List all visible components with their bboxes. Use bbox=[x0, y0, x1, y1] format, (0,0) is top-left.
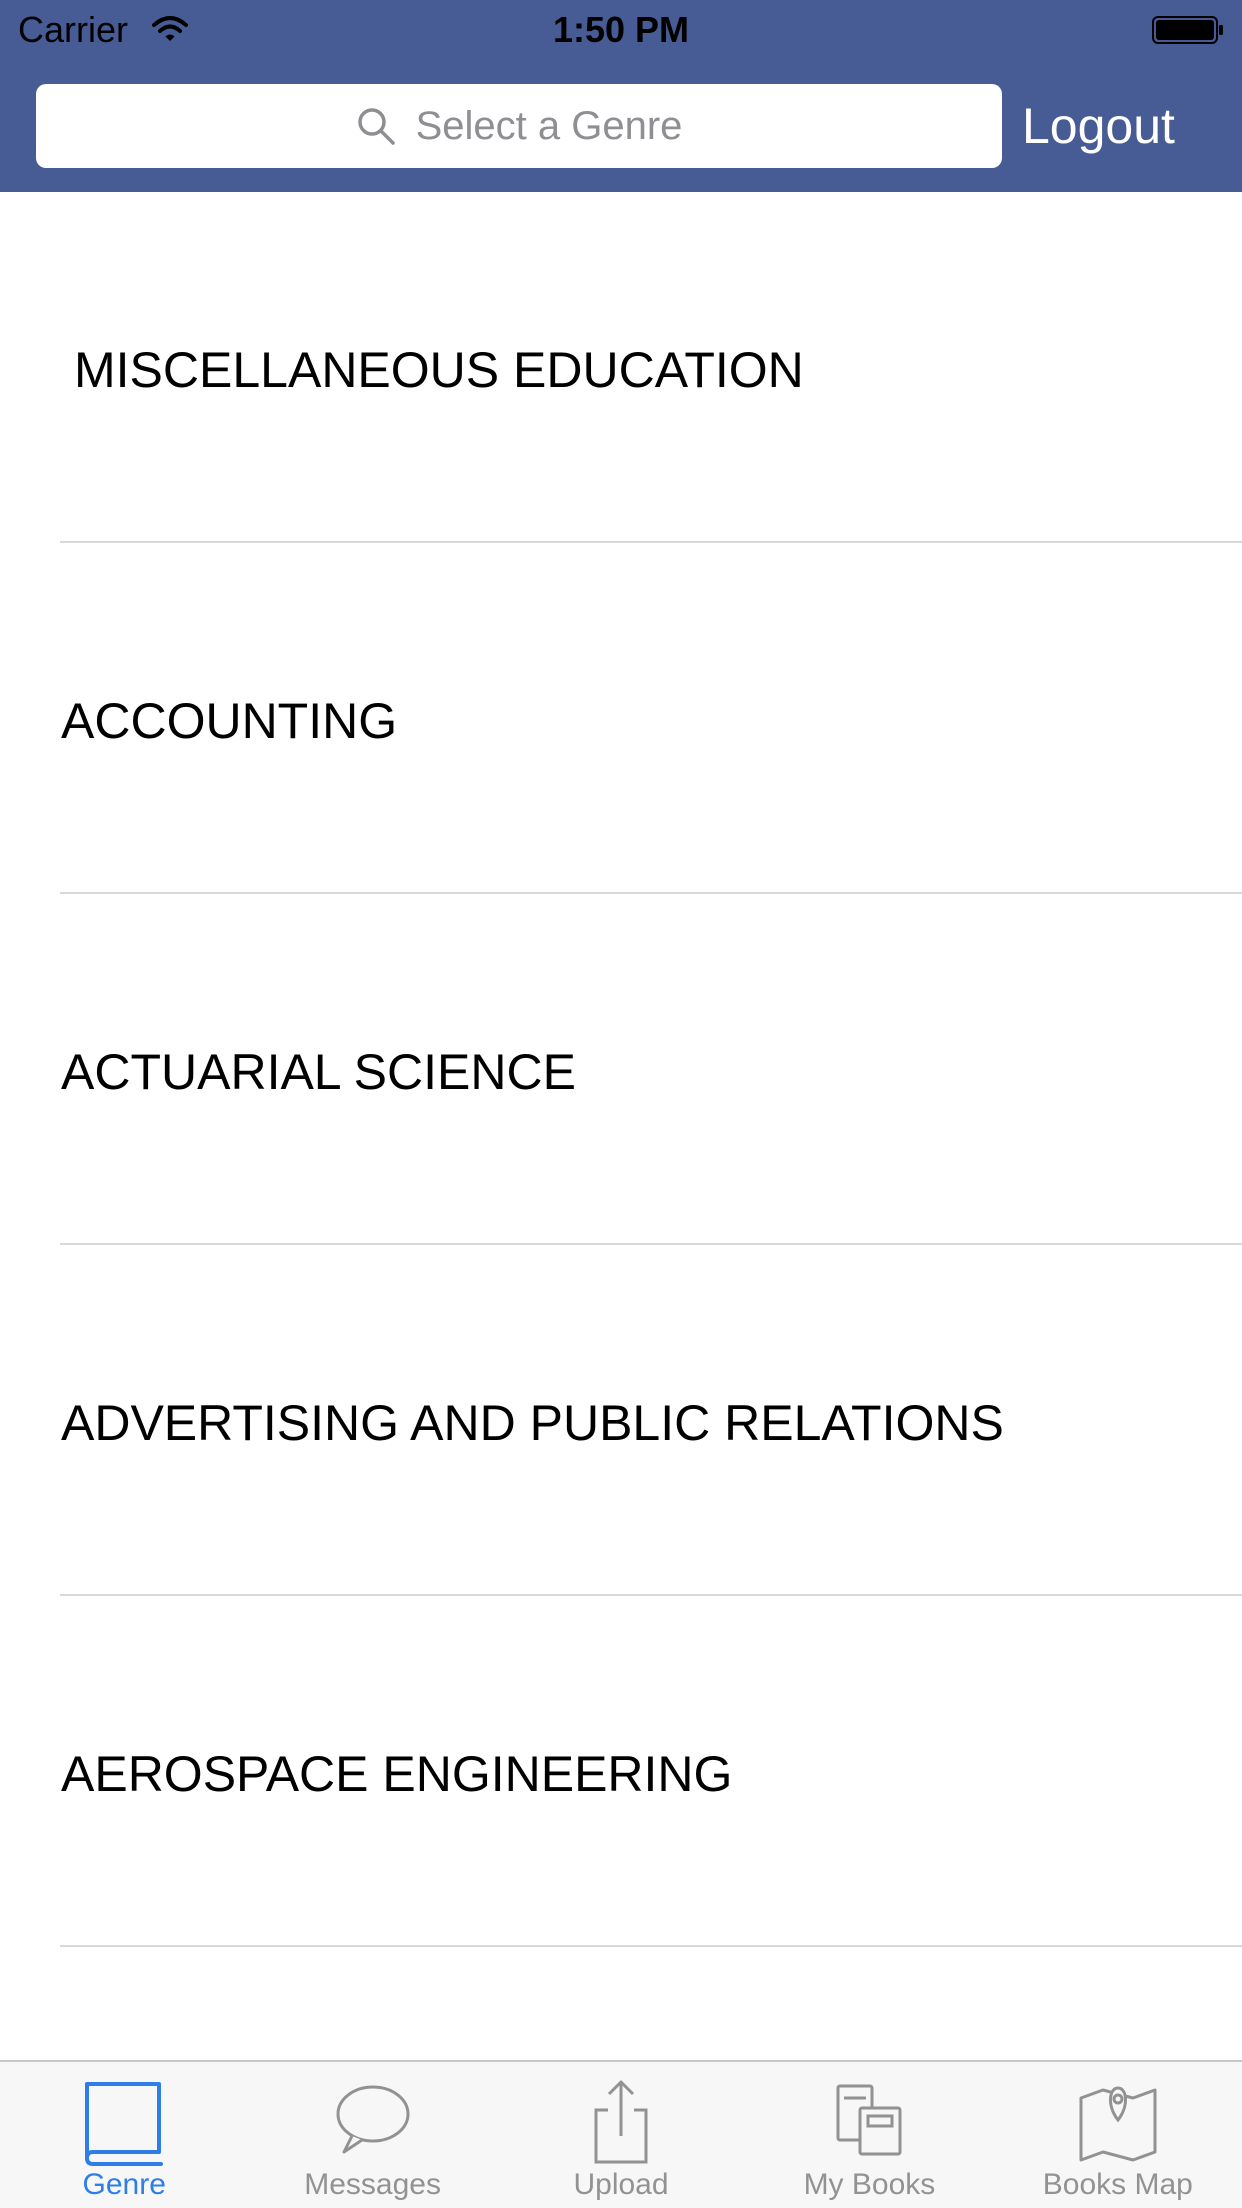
tab-genre[interactable]: Genre bbox=[0, 2062, 248, 2208]
tab-books-map[interactable]: Books Map bbox=[994, 2062, 1242, 2208]
genre-label: AEROSPACE ENGINEERING bbox=[61, 1746, 733, 1802]
search-placeholder: Select a Genre bbox=[415, 104, 683, 148]
tab-label: Messages bbox=[304, 2168, 441, 2201]
battery-icon bbox=[1152, 16, 1223, 44]
genre-label: ADVERTISING AND PUBLIC RELATIONS bbox=[61, 1395, 1004, 1451]
list-item[interactable]: ACCOUNTING bbox=[0, 543, 1242, 894]
book-icon bbox=[85, 2082, 164, 2166]
tab-label: Upload bbox=[573, 2168, 669, 2201]
map-pin-icon bbox=[1079, 2086, 1157, 2162]
share-upload-icon bbox=[594, 2080, 648, 2164]
tab-label: My Books bbox=[803, 2168, 936, 2201]
header-bar: Carrier 1:50 PM Select a Genre Logout bbox=[0, 0, 1242, 192]
app-screen: Carrier 1:50 PM Select a Genre Logout MI… bbox=[0, 0, 1242, 2208]
genre-label: ACCOUNTING bbox=[61, 693, 398, 749]
list-item[interactable]: AEROSPACE ENGINEERING bbox=[0, 1596, 1242, 1947]
list-item[interactable]: ACTUARIAL SCIENCE bbox=[0, 894, 1242, 1245]
search-icon bbox=[357, 108, 395, 145]
list-item[interactable]: MISCELLANEOUS EDUCATION bbox=[0, 192, 1242, 543]
tab-label: Genre bbox=[82, 2168, 166, 2201]
genre-search-input[interactable]: Select a Genre bbox=[36, 84, 1002, 168]
tab-bar: Genre Messages Upload My Books Books Map bbox=[0, 2060, 1242, 2208]
tab-label: Books Map bbox=[1042, 2168, 1193, 2201]
genre-list[interactable]: MISCELLANEOUS EDUCATION ACCOUNTING ACTUA… bbox=[0, 192, 1242, 2060]
tab-messages[interactable]: Messages bbox=[248, 2062, 496, 2208]
genre-label: MISCELLANEOUS EDUCATION bbox=[74, 342, 804, 398]
list-item[interactable]: ADVERTISING AND PUBLIC RELATIONS bbox=[0, 1245, 1242, 1596]
books-stack-icon bbox=[836, 2084, 902, 2156]
genre-label: ACTUARIAL SCIENCE bbox=[61, 1044, 576, 1100]
logout-button[interactable]: Logout bbox=[1022, 96, 1175, 156]
status-time: 1:50 PM bbox=[552, 9, 690, 50]
status-bar: Carrier 1:50 PM bbox=[0, 0, 1242, 60]
speech-bubble-icon bbox=[336, 2085, 410, 2154]
tab-my-books[interactable]: My Books bbox=[745, 2062, 993, 2208]
tab-upload[interactable]: Upload bbox=[497, 2062, 745, 2208]
